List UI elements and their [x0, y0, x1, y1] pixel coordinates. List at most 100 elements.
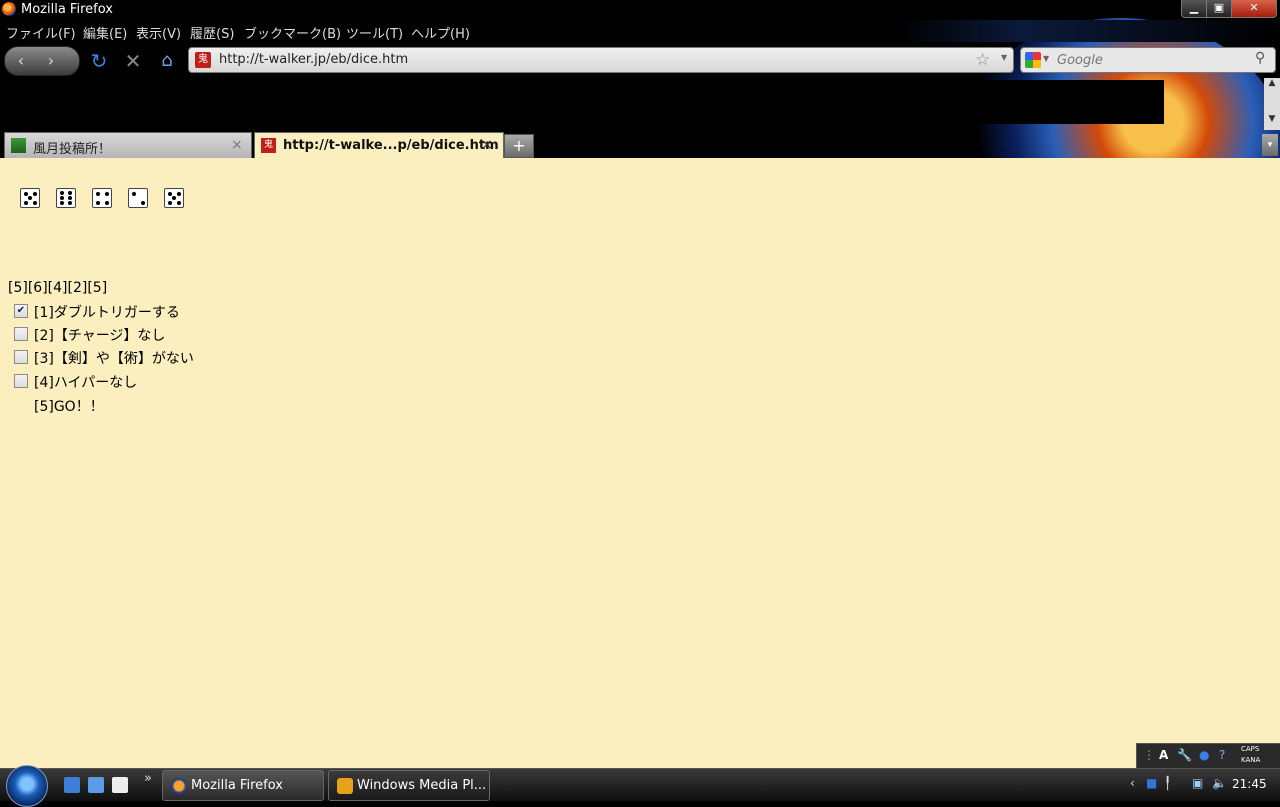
- taskbar: » Mozilla Firefox Windows Media Pl... ‹ …: [0, 765, 1280, 807]
- scroll-down-icon[interactable]: ▼: [1264, 114, 1280, 128]
- firefox-icon: [171, 778, 187, 794]
- stop-button[interactable]: ✕: [122, 50, 144, 72]
- url-history-dropdown-icon[interactable]: ▼: [1001, 53, 1007, 62]
- media-player-icon: [337, 778, 353, 794]
- checkbox-option-2[interactable]: [14, 327, 28, 341]
- die-pip: [67, 190, 72, 195]
- search-icon[interactable]: ⚲: [1255, 50, 1265, 66]
- tab-fugetsu[interactable]: 風月投稿所！ ×: [4, 132, 252, 158]
- ime-mode-icon[interactable]: A: [1159, 748, 1168, 762]
- die-pip: [95, 200, 100, 205]
- checkbox-option-1[interactable]: ✔: [14, 304, 28, 318]
- menu-edit[interactable]: 編集(E): [83, 23, 127, 42]
- show-desktop-icon[interactable]: [64, 777, 80, 793]
- scroll-up-icon[interactable]: ▲: [1264, 78, 1280, 92]
- toolbar-scrollbar[interactable]: ▲ ▼: [1264, 78, 1280, 130]
- clock[interactable]: 21:45: [1232, 777, 1267, 791]
- die-pip: [167, 191, 172, 196]
- die-pip: [60, 190, 65, 195]
- home-button[interactable]: ⌂: [156, 50, 178, 72]
- tab-favicon-icon: 鬼: [261, 138, 276, 153]
- window-titlebar: Mozilla Firefox ▁ ▣ ✕: [0, 0, 1280, 20]
- site-favicon-icon: 鬼: [195, 52, 211, 68]
- quicklaunch-more-icon[interactable]: »: [144, 771, 152, 786]
- search-engine-icon[interactable]: [1025, 52, 1041, 68]
- bookmarks-toolbar: [0, 80, 1164, 124]
- url-bar[interactable]: 鬼 http://t-walker.jp/eb/dice.htm ☆ ▼: [188, 47, 1014, 73]
- langbar-grip-icon[interactable]: ⋮: [1143, 748, 1155, 762]
- task-label: Windows Media Pl...: [357, 778, 487, 793]
- start-button[interactable]: [6, 765, 48, 807]
- tab-dice-page[interactable]: 鬼 http://t-walke...p/eb/dice.htm ×: [254, 132, 504, 159]
- die-pip: [32, 200, 37, 205]
- die-face-2: [56, 188, 76, 208]
- volume-icon[interactable]: 🔈: [1212, 776, 1227, 790]
- switch-windows-icon[interactable]: [88, 777, 104, 793]
- search-input[interactable]: [1055, 50, 1255, 70]
- tab-favicon-icon: [11, 138, 26, 153]
- dice-result-text: [5][6][4][2][5]: [8, 280, 108, 296]
- die-face-5: [164, 188, 184, 208]
- die-face-4: [128, 188, 148, 208]
- task-label: Mozilla Firefox: [191, 778, 283, 793]
- die-pip: [67, 196, 72, 200]
- reload-button[interactable]: ↻: [88, 50, 110, 72]
- die-pip: [23, 191, 28, 196]
- url-text[interactable]: http://t-walker.jp/eb/dice.htm: [219, 52, 408, 67]
- navigation-toolbar: ‹ › ↻ ✕ ⌂ 鬼 http://t-walker.jp/eb/dice.h…: [0, 42, 1280, 78]
- die-pip: [67, 201, 72, 206]
- tab-label: http://t-walke...p/eb/dice.htm: [283, 138, 499, 153]
- firefox-logo-icon: [2, 2, 16, 16]
- search-bar[interactable]: ▼ ⚲: [1020, 47, 1276, 73]
- menu-bar: ファイル(F) 編集(E) 表示(V) 履歴(S) ブックマーク(B) ツール(…: [0, 20, 1280, 42]
- die-pip: [172, 196, 176, 200]
- menu-bookmarks[interactable]: ブックマーク(B): [244, 23, 341, 42]
- ime-help-icon[interactable]: ?: [1219, 748, 1225, 762]
- option-label: [3]【剣】や【術】がない: [34, 351, 194, 367]
- tray-expand-icon[interactable]: ‹: [1130, 776, 1135, 790]
- checkbox-option-4[interactable]: [14, 374, 28, 388]
- die-pip: [167, 200, 172, 205]
- minimize-button[interactable]: ▁: [1181, 0, 1207, 18]
- close-window-button[interactable]: ✕: [1231, 0, 1277, 18]
- tab-close-icon[interactable]: ×: [481, 137, 493, 153]
- notepad-icon[interactable]: [112, 777, 128, 793]
- caps-indicator: CAPS: [1241, 745, 1260, 753]
- menu-tools[interactable]: ツール(T): [346, 23, 403, 42]
- menu-help[interactable]: ヘルプ(H): [411, 23, 470, 42]
- ime-dictionary-icon[interactable]: ●: [1199, 748, 1209, 762]
- window-title: Mozilla Firefox: [21, 2, 113, 17]
- die-pip: [131, 191, 136, 196]
- checkbox-option-3[interactable]: [14, 350, 28, 364]
- taskbar-media-player-button[interactable]: Windows Media Pl...: [328, 770, 490, 801]
- option-label: [5]GO！！: [34, 399, 104, 415]
- die-pip: [60, 201, 65, 206]
- forward-button[interactable]: ›: [39, 49, 63, 73]
- die-pip: [28, 196, 32, 200]
- tab-list-button[interactable]: ▾: [1262, 134, 1278, 156]
- menu-view[interactable]: 表示(V): [136, 23, 181, 42]
- die-pip: [60, 196, 65, 200]
- die-pip: [176, 200, 181, 205]
- tray-pen-icon[interactable]: ╿: [1164, 776, 1171, 790]
- language-bar: ⋮ A 🔧 ● ? CAPS KANA: [1136, 743, 1280, 770]
- taskbar-firefox-button[interactable]: Mozilla Firefox: [162, 770, 324, 801]
- tray-app-icon[interactable]: ■: [1146, 776, 1157, 790]
- maximize-button[interactable]: ▣: [1206, 0, 1232, 18]
- tab-label: 風月投稿所！: [33, 142, 112, 157]
- die-face-1: [20, 188, 40, 208]
- back-button[interactable]: ‹: [9, 49, 33, 73]
- ime-tools-icon[interactable]: 🔧: [1177, 748, 1192, 762]
- option-label: [2]【チャージ】なし: [34, 328, 166, 344]
- search-engine-dropdown-icon[interactable]: ▼: [1043, 54, 1049, 63]
- tab-close-icon[interactable]: ×: [231, 137, 243, 153]
- option-label: [1]ダブルトリガーする: [34, 305, 180, 321]
- die-pip: [104, 191, 109, 196]
- new-tab-button[interactable]: +: [504, 134, 534, 158]
- network-icon[interactable]: ▣: [1192, 776, 1203, 790]
- menu-file[interactable]: ファイル(F): [6, 23, 76, 42]
- bookmark-star-icon[interactable]: ☆: [975, 50, 990, 70]
- die-face-3: [92, 188, 112, 208]
- die-pip: [176, 191, 181, 196]
- menu-history[interactable]: 履歴(S): [190, 23, 234, 42]
